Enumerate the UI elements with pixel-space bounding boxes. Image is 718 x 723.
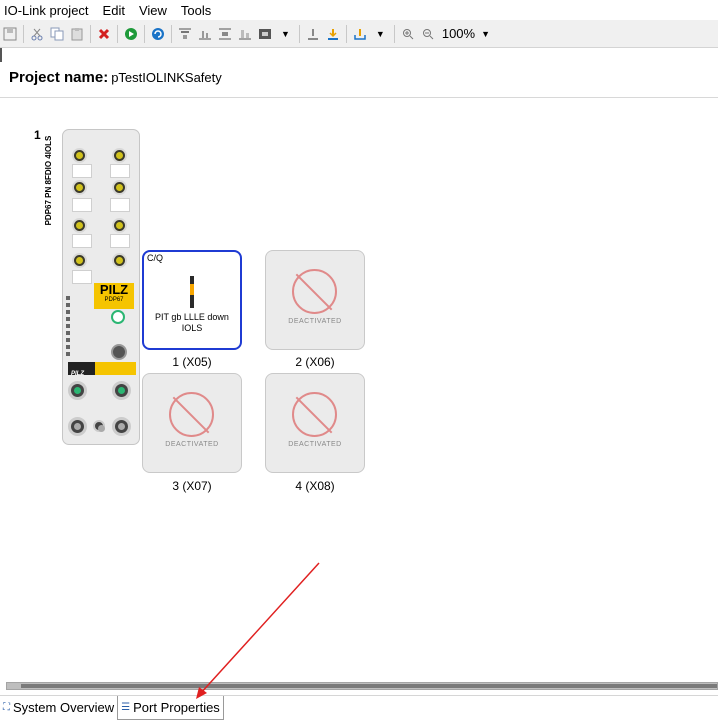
menu-view[interactable]: View [132,3,174,18]
download-icon[interactable] [325,26,341,42]
tab-system-overview[interactable]: ⛶ System Overview [0,696,117,719]
toolbar-separator [23,24,24,43]
align-center-icon[interactable] [217,26,233,42]
port-tile-2[interactable]: DEACTIVATED [265,250,365,350]
upload-icon[interactable] [305,26,321,42]
connector-x01 [72,148,87,163]
paste-icon[interactable] [69,26,85,42]
toolbar-separator [345,24,347,43]
toolbar-separator [117,24,118,43]
project-name: pTestIOLINKSafety [111,70,222,85]
zoom-level[interactable]: 100% [442,26,475,41]
prohibited-icon [292,392,337,437]
label-field [72,198,92,212]
slot-number: 1 [34,128,41,142]
tab-port-properties[interactable]: ☰ Port Properties [117,696,224,720]
label-field [72,234,92,248]
label-field [72,270,92,284]
connector-x02 [112,148,127,163]
network-connector-x32 [112,417,131,436]
project-label: Project name: pTestIOLINKSafety [9,69,222,86]
connector-x03 [72,180,87,195]
connector-x06 [112,218,127,233]
prohibited-icon [292,269,337,314]
prohibited-icon [169,392,214,437]
menu-bar: IO-Link project Edit View Tools [0,0,718,20]
scrollbar-thumb[interactable] [21,684,717,688]
toolbar-separator [144,24,145,43]
brand-sub: PDP67 [104,297,124,303]
port-label-3: 3 (X07) [172,479,212,493]
toolbar-separator [171,24,172,43]
network-icon: ⛶ [3,702,10,713]
bottom-tab-bar: ⛶ System Overview ☰ Port Properties [0,695,718,723]
deactivated-text: DEACTIVATED [165,441,219,448]
port-label-2: 2 (X06) [295,355,335,369]
module-vertical-label: PDP67 PN 8FDIO 4IOLS [44,133,56,228]
connector-x05 [72,218,87,233]
project-label-text: Project name: [9,69,109,86]
pilz-strip: PILZ [68,362,95,377]
align-middle-icon[interactable] [197,26,213,42]
arrow-line [199,562,320,695]
toolbar: ▼ ▼ 100% ▼ [0,20,718,48]
device-name: PIT gb LLLE down IOLS [155,312,229,333]
export-icon[interactable] [352,26,368,42]
power-connector-x22 [112,381,131,400]
tab-label: System Overview [13,700,115,715]
module-type-text: PDP67 PN 8FDIO 4IOLS [44,135,53,226]
align-top-icon[interactable] [177,26,193,42]
toolbar-separator [298,24,300,43]
zoom-in-icon[interactable] [400,26,416,42]
yellow-strip [95,362,136,375]
zoom-out-icon[interactable] [420,26,436,42]
tab-label: Port Properties [133,700,220,715]
chevron-down-icon[interactable]: ▼ [376,29,385,39]
power-connector-x21 [68,381,87,400]
deactivated-text: DEACTIVATED [288,318,342,325]
device-icon[interactable] [257,26,273,42]
chevron-down-icon[interactable]: ▼ [481,29,490,39]
menu-edit[interactable]: Edit [96,3,132,18]
port-signal-label: C/Q [147,253,164,263]
connector-x30 [93,420,105,432]
left-edge-marker [0,48,2,62]
port-label-4: 4 (X08) [295,479,335,493]
network-connector-x31 [68,417,87,436]
connector-x04 [112,180,127,195]
menu-tools[interactable]: Tools [174,3,218,18]
cut-icon[interactable] [29,26,45,42]
status-leds [66,296,70,360]
delete-icon[interactable] [96,26,112,42]
device-image [190,276,194,308]
port-tile-3[interactable]: DEACTIVATED [142,373,242,473]
toolbar-separator [90,24,91,43]
label-field [72,164,92,178]
list-icon: ☰ [121,702,131,713]
label-field [110,234,130,248]
reset-button [111,310,125,324]
connector-x08 [112,253,127,268]
port-connector-x20 [111,344,127,360]
port-tile-1[interactable]: C/Q PIT gb LLLE down IOLS [142,250,242,350]
port-label-1: 1 (X05) [172,355,212,369]
menu-io-link-project[interactable]: IO-Link project [0,3,96,18]
horizontal-scrollbar[interactable] [6,682,718,690]
brand-name: PILZ [99,282,129,297]
toolbar-separator [393,24,395,43]
chevron-down-icon[interactable]: ▼ [281,29,290,39]
deactivated-text: DEACTIVATED [288,441,342,448]
refresh-icon[interactable] [150,26,166,42]
align-bottom-icon[interactable] [237,26,253,42]
label-field [110,198,130,212]
project-header: Project name: pTestIOLINKSafety [0,62,718,98]
play-icon[interactable] [123,26,139,42]
save-icon[interactable] [2,26,18,42]
pilz-strip-text: PILZ [71,371,84,377]
label-field [110,164,130,178]
connector-x07 [72,253,87,268]
pilz-logo: PILZ PDP67 [94,283,134,309]
copy-icon[interactable] [49,26,65,42]
port-tile-4[interactable]: DEACTIVATED [265,373,365,473]
